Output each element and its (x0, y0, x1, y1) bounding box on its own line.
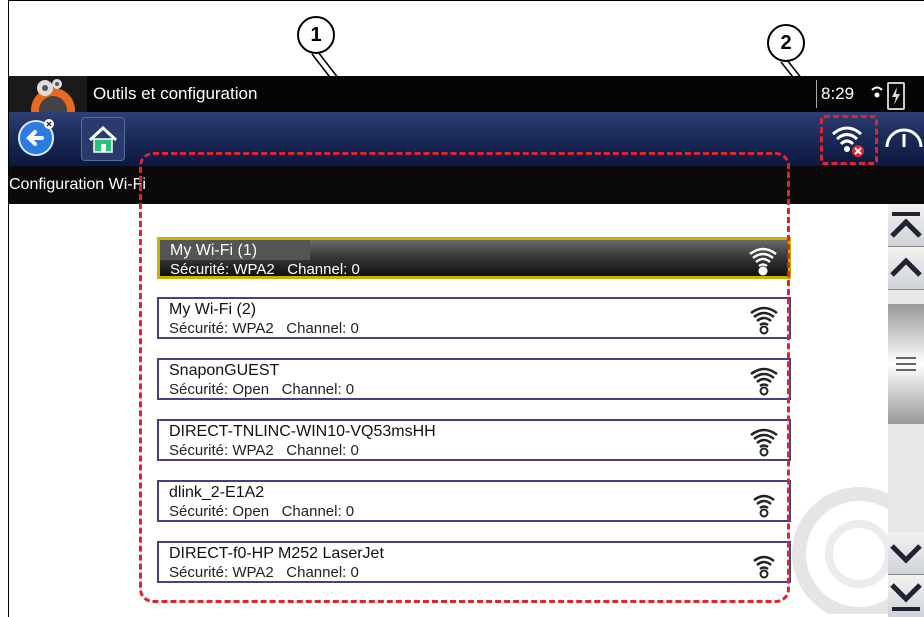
scroll-bottom-button[interactable] (888, 575, 924, 617)
back-button[interactable] (15, 117, 57, 159)
scroll-thumb[interactable] (888, 304, 924, 424)
page-title: Configuration Wi-Fi (9, 176, 146, 193)
back-arrow-icon (18, 119, 54, 156)
app-title: Outils et configuration (93, 84, 258, 103)
scrollbar[interactable] (888, 204, 924, 617)
gauge-icon (885, 128, 923, 148)
scroll-down-button[interactable] (888, 532, 924, 575)
home-icon (88, 125, 118, 153)
wifi-status-icon (871, 86, 883, 98)
double-chevron-up-icon (890, 212, 922, 238)
network-list-highlight (139, 152, 790, 603)
tools-gear-icon (9, 76, 87, 112)
home-button[interactable] (81, 117, 125, 161)
scroll-up-button[interactable] (888, 247, 924, 290)
clock: 8:29 (816, 80, 854, 108)
gauge-button[interactable] (883, 117, 924, 159)
wifi-off-icon (832, 126, 864, 157)
battery-icon (887, 82, 905, 110)
title-bar: Outils et configuration 8:29 (9, 76, 924, 112)
scroll-top-button[interactable] (888, 204, 924, 247)
grip-icon (896, 357, 916, 371)
double-chevron-down-icon (890, 583, 922, 611)
wifi-toggle-button[interactable] (820, 115, 878, 165)
chevron-down-icon (890, 544, 922, 564)
chevron-up-icon (890, 257, 922, 277)
